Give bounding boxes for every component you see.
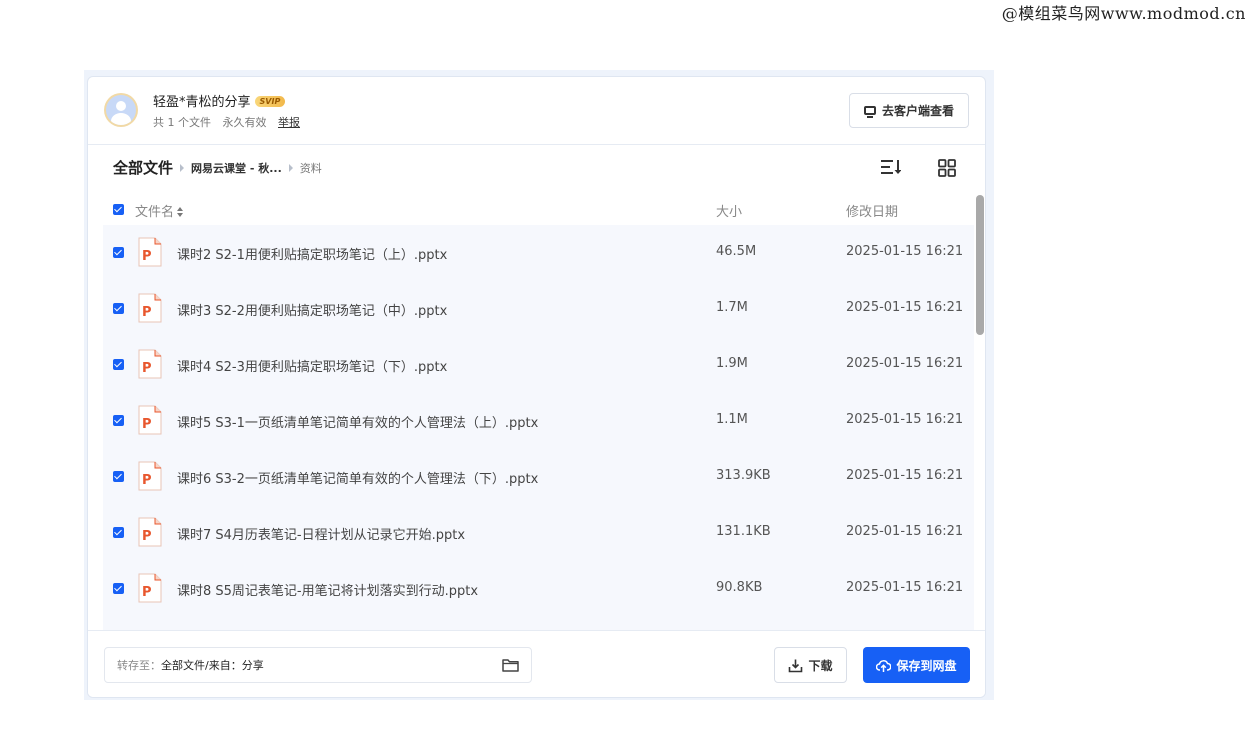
breadcrumb-folder[interactable]: 网易云课堂 - 秋... [191, 160, 282, 176]
save-destination-path: 全部文件/来自：分享 [161, 659, 264, 672]
file-name[interactable]: 课时8 S5周记表笔记-用笔记将计划落实到行动.pptx [177, 580, 478, 599]
file-size: 131.1KB [716, 524, 771, 539]
breadcrumb-chevron-icon [288, 163, 293, 172]
file-name[interactable]: 课时7 S4月历表笔记-日程计划从记录它开始.pptx [177, 524, 465, 543]
file-date: 2025-01-15 16:21 [846, 244, 964, 259]
svip-badge: SVIP [254, 96, 286, 107]
grid-view-icon[interactable] [938, 159, 956, 177]
save-destination-label: 转存至： [117, 659, 161, 672]
save-to-drive-button[interactable]: 保存到网盘 [863, 647, 970, 683]
row-checkbox[interactable] [113, 303, 124, 314]
file-date: 2025-01-15 16:21 [846, 412, 964, 427]
sharer-name: 轻盈*青松的分享 [153, 95, 251, 110]
svg-text:P: P [142, 305, 152, 320]
svg-text:P: P [142, 361, 152, 376]
row-checkbox[interactable] [113, 583, 124, 594]
file-size: 1.7M [716, 300, 748, 315]
share-meta: 共 1 个文件 永久有效 举报 [153, 114, 300, 130]
table-row[interactable]: P 课时3 S2-2用便利贴搞定职场笔记（中）.pptx 1.7M 2025-01-1… [103, 281, 974, 337]
sort-icon[interactable] [881, 159, 901, 175]
svg-text:P: P [142, 473, 152, 488]
avatar [104, 93, 138, 127]
share-card: 轻盈*青松的分享 SVIP 共 1 个文件 永久有效 举报 去客户端查看 全部文件… [87, 76, 986, 698]
site-watermark: @模组菜鸟网www.modmod.cn [1001, 4, 1246, 23]
row-checkbox[interactable] [113, 527, 124, 538]
row-checkbox[interactable] [113, 415, 124, 426]
breadcrumb-root[interactable]: 全部文件 [113, 157, 173, 178]
pptx-file-icon: P [138, 573, 162, 603]
file-size: 90.8KB [716, 580, 763, 595]
pptx-file-icon: P [138, 517, 162, 547]
pptx-file-icon: P [138, 293, 162, 323]
scrollbar[interactable] [976, 195, 984, 335]
column-header-date: 修改日期 [846, 205, 899, 220]
file-count: 共 1 个文件 [153, 116, 211, 129]
file-date: 2025-01-15 16:21 [846, 356, 964, 371]
pptx-file-icon: P [138, 461, 162, 491]
monitor-icon [863, 106, 876, 118]
table-row[interactable]: P 课时4 S2-3用便利贴搞定职场笔记（下）.pptx 1.9M 2025-01-1… [103, 337, 974, 393]
file-size: 1.1M [716, 412, 748, 427]
table-row[interactable]: P 课时7 S4月历表笔记-日程计划从记录它开始.pptx 131.1KB 2025-… [103, 505, 974, 561]
file-name[interactable]: 课时4 S2-3用便利贴搞定职场笔记（下）.pptx [177, 356, 447, 375]
report-link[interactable]: 举报 [278, 116, 300, 129]
download-button[interactable]: 下载 [774, 647, 847, 683]
file-name[interactable]: 课时6 S3-2一页纸清单笔记简单有效的个人管理法（下）.pptx [177, 468, 538, 487]
file-name[interactable]: 课时3 S2-2用便利贴搞定职场笔记（中）.pptx [177, 300, 447, 319]
file-size: 1.9M [716, 356, 748, 371]
table-header: 文件名 大小 修改日期 [88, 189, 968, 227]
save-destination[interactable]: 转存至： 全部文件/来自：分享 [104, 647, 532, 683]
user-icon [106, 95, 136, 125]
row-checkbox[interactable] [113, 247, 124, 258]
svg-text:P: P [142, 417, 152, 432]
table-row[interactable]: P 课时6 S3-2一页纸清单笔记简单有效的个人管理法（下）.pptx 313.9K… [103, 449, 974, 505]
column-header-name-label: 文件名 [135, 205, 175, 220]
svg-text:P: P [142, 585, 152, 600]
download-icon [789, 659, 803, 672]
breadcrumb-chevron-icon [180, 163, 185, 172]
file-date: 2025-01-15 16:21 [846, 524, 964, 539]
save-to-drive-label: 保存到网盘 [896, 658, 957, 673]
footer-bar: 转存至： 全部文件/来自：分享 下载 保存到网盘 [88, 630, 985, 697]
table-row-partial [103, 617, 974, 631]
file-list: P 课时2 S2-1用便利贴搞定职场笔记（上）.pptx 46.5M 2025-01-… [88, 225, 975, 631]
file-name[interactable]: 课时5 S3-1一页纸清单笔记简单有效的个人管理法（上）.pptx [177, 412, 538, 431]
pptx-file-icon: P [138, 405, 162, 435]
sort-arrows-icon [177, 207, 184, 217]
table-row[interactable]: P 课时8 S5周记表笔记-用笔记将计划落实到行动.pptx 90.8KB 2025-… [103, 561, 974, 617]
file-date: 2025-01-15 16:21 [846, 580, 964, 595]
table-row[interactable]: P 课时2 S2-1用便利贴搞定职场笔记（上）.pptx 46.5M 2025-01-… [103, 225, 974, 281]
share-header: 轻盈*青松的分享 SVIP 共 1 个文件 永久有效 举报 去客户端查看 [88, 77, 985, 145]
table-row[interactable]: P 课时5 S3-1一页纸清单笔记简单有效的个人管理法（上）.pptx 1.1M 20… [103, 393, 974, 449]
file-date: 2025-01-15 16:21 [846, 300, 964, 315]
file-size: 46.5M [716, 244, 757, 259]
breadcrumb-current: 资料 [299, 161, 322, 175]
file-date: 2025-01-15 16:21 [846, 468, 964, 483]
open-client-button[interactable]: 去客户端查看 [849, 93, 969, 128]
validity: 永久有效 [222, 116, 267, 129]
folder-icon[interactable] [502, 658, 519, 672]
file-name[interactable]: 课时2 S2-1用便利贴搞定职场笔记（上）.pptx [177, 244, 447, 263]
column-header-size: 大小 [716, 205, 743, 220]
file-size: 313.9KB [716, 468, 771, 483]
row-checkbox[interactable] [113, 359, 124, 370]
svg-text:P: P [142, 529, 152, 544]
breadcrumb: 全部文件 网易云课堂 - 秋... 资料 [113, 157, 322, 178]
column-header-name[interactable]: 文件名 [135, 201, 184, 220]
download-label: 下载 [808, 658, 833, 673]
sharer-title: 轻盈*青松的分享 SVIP [153, 91, 286, 110]
row-checkbox[interactable] [113, 471, 124, 482]
open-client-label: 去客户端查看 [881, 104, 954, 118]
select-all-checkbox[interactable] [113, 204, 124, 215]
cloud-upload-icon [876, 659, 892, 672]
pptx-file-icon: P [138, 237, 162, 267]
pptx-file-icon: P [138, 349, 162, 379]
svg-text:P: P [142, 249, 152, 264]
